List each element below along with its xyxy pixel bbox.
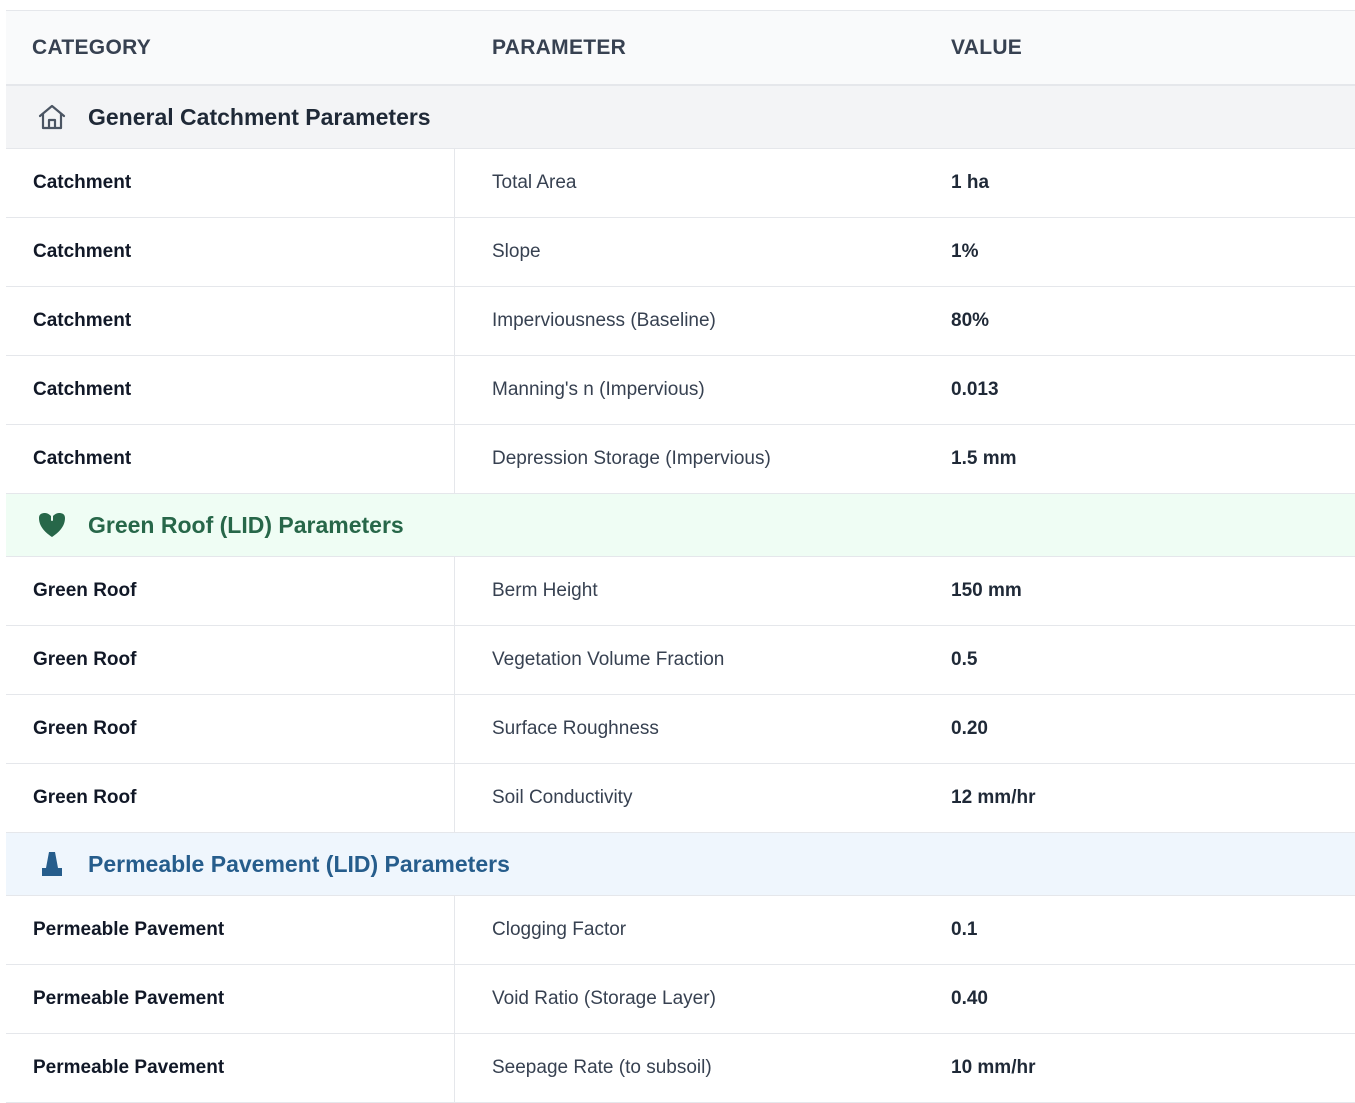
parameters-table: CATEGORY PARAMETER VALUE General Catchme… (6, 10, 1355, 1103)
value-cell: 0.013 (951, 379, 999, 400)
section-header-general: General Catchment Parameters (6, 86, 1355, 149)
section-title: Green Roof (LID) Parameters (88, 511, 404, 538)
category-cell: Catchment (6, 218, 455, 286)
value-cell: 1% (951, 241, 979, 262)
category-cell: Green Roof (6, 695, 455, 763)
value-cell: 80% (951, 310, 990, 331)
table-row: Green Roof Vegetation Volume Fraction 0.… (6, 626, 1355, 695)
section-header-green-roof: Green Roof (LID) Parameters (6, 494, 1355, 557)
parameter-cell: Imperviousness (Baseline) (492, 310, 716, 331)
category-cell: Catchment (6, 149, 455, 217)
table-row: Catchment Slope 1% (6, 218, 1355, 287)
category-cell: Catchment (6, 356, 455, 424)
value-cell: 0.1 (951, 919, 978, 940)
table-row: Permeable Pavement Seepage Rate (to subs… (6, 1034, 1355, 1103)
road-icon (36, 848, 68, 880)
category-cell: Catchment (6, 287, 455, 355)
table-row: Green Roof Berm Height 150 mm (6, 557, 1355, 626)
column-header-value: VALUE (951, 35, 1023, 59)
table-row: Green Roof Surface Roughness 0.20 (6, 695, 1355, 764)
value-cell: 0.20 (951, 718, 988, 739)
parameter-cell: Total Area (492, 172, 577, 193)
value-cell: 12 mm/hr (951, 787, 1036, 808)
home-icon (36, 101, 68, 133)
value-cell: 1 ha (951, 172, 990, 193)
category-cell: Green Roof (6, 764, 455, 832)
parameter-cell: Manning's n (Impervious) (492, 379, 705, 400)
category-cell: Green Roof (6, 557, 455, 625)
category-cell: Catchment (6, 425, 455, 493)
table-row: Green Roof Soil Conductivity 12 mm/hr (6, 764, 1355, 833)
section-title: General Catchment Parameters (88, 103, 431, 130)
section-title: Permeable Pavement (LID) Parameters (88, 850, 510, 877)
value-cell: 0.40 (951, 988, 988, 1009)
parameter-cell: Depression Storage (Impervious) (492, 448, 771, 469)
parameter-cell: Void Ratio (Storage Layer) (492, 988, 716, 1009)
category-cell: Green Roof (6, 626, 455, 694)
column-header-parameter: PARAMETER (492, 35, 627, 59)
table-row: Permeable Pavement Void Ratio (Storage L… (6, 965, 1355, 1034)
parameter-cell: Berm Height (492, 580, 598, 601)
table-row: Catchment Imperviousness (Baseline) 80% (6, 287, 1355, 356)
table-header: CATEGORY PARAMETER VALUE (6, 11, 1355, 86)
value-cell: 150 mm (951, 580, 1022, 601)
table-row: Permeable Pavement Clogging Factor 0.1 (6, 896, 1355, 965)
table-row: Catchment Manning's n (Impervious) 0.013 (6, 356, 1355, 425)
parameter-cell: Slope (492, 241, 541, 262)
column-header-category: CATEGORY (32, 35, 152, 59)
parameter-cell: Soil Conductivity (492, 787, 633, 808)
category-cell: Permeable Pavement (6, 896, 455, 964)
parameter-cell: Surface Roughness (492, 718, 659, 739)
value-cell: 1.5 mm (951, 448, 1017, 469)
parameter-cell: Clogging Factor (492, 919, 627, 940)
section-header-permeable-pavement: Permeable Pavement (LID) Parameters (6, 833, 1355, 896)
leaf-icon (36, 509, 68, 541)
value-cell: 0.5 (951, 649, 978, 670)
table-row: Catchment Depression Storage (Impervious… (6, 425, 1355, 494)
table-row: Catchment Total Area 1 ha (6, 149, 1355, 218)
category-cell: Permeable Pavement (6, 965, 455, 1033)
parameter-cell: Vegetation Volume Fraction (492, 649, 725, 670)
